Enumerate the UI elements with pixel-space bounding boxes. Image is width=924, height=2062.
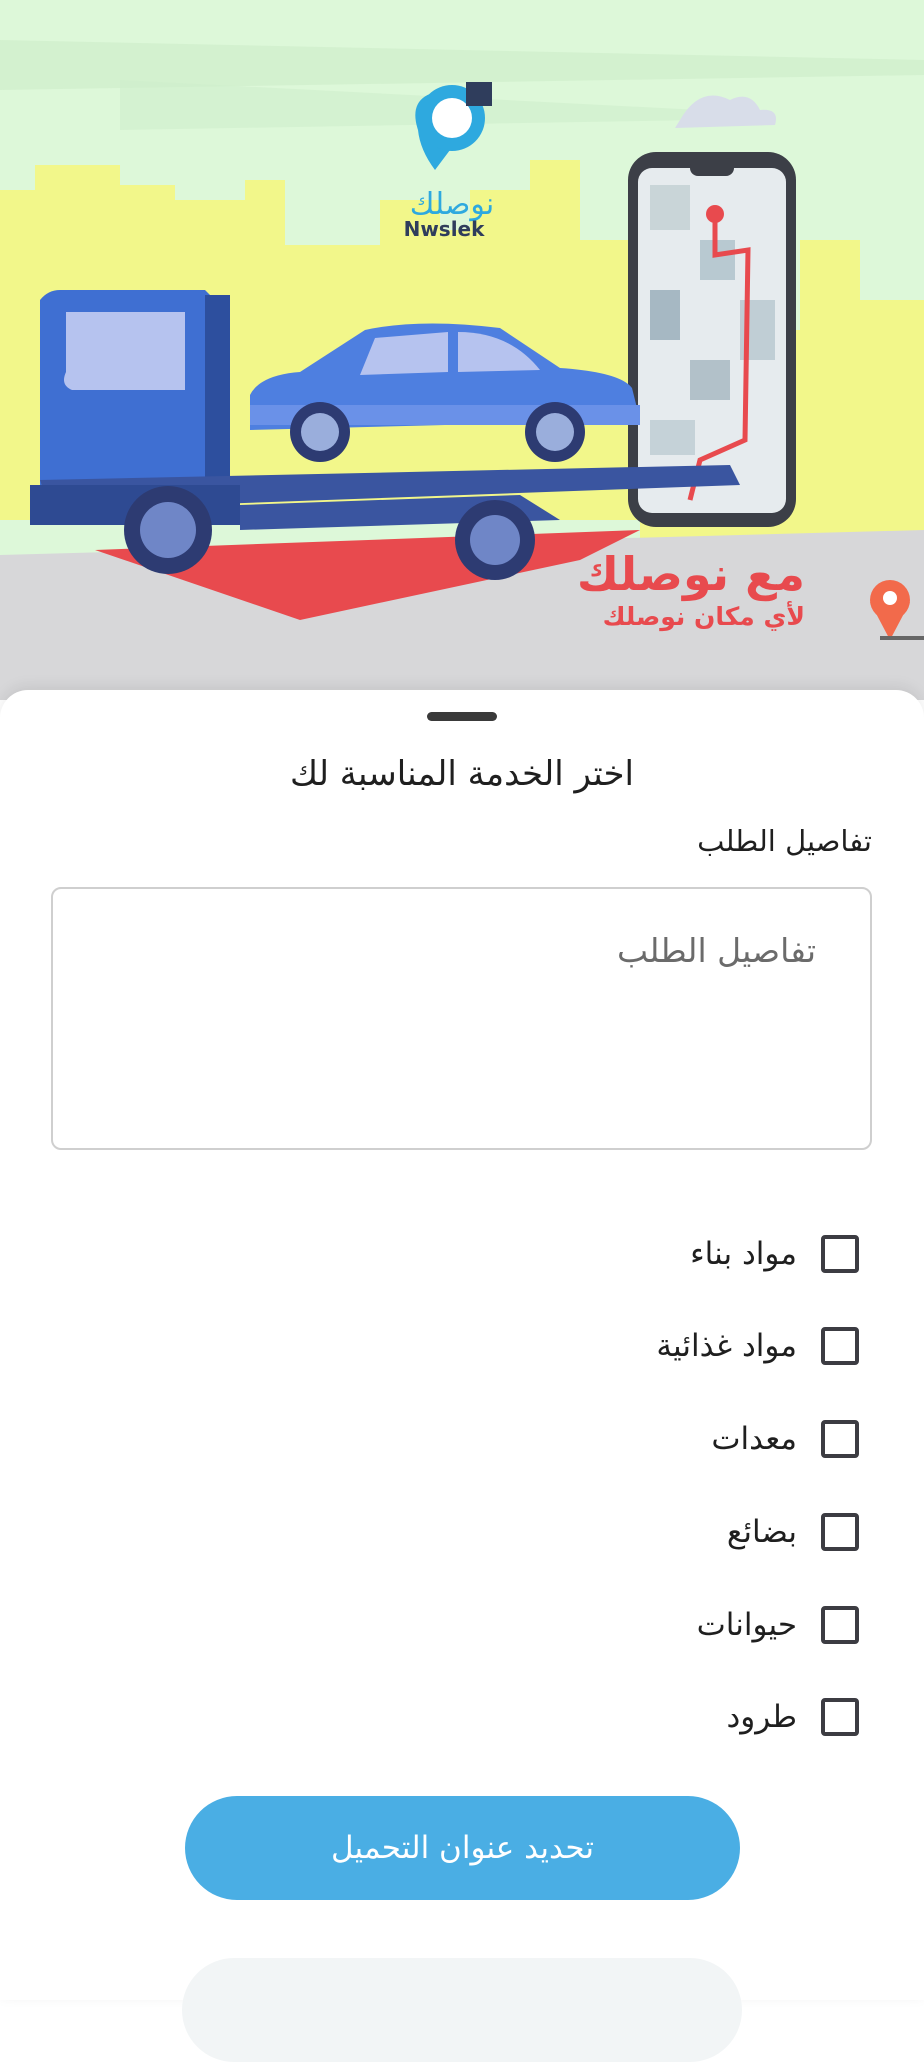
sheet-title: اختر الخدمة المناسبة لك	[289, 754, 635, 794]
checkbox[interactable]	[821, 1513, 859, 1551]
set-pickup-address-button[interactable]: تحديد عنوان التحميل	[185, 1796, 740, 1900]
service-bottom-sheet: اختر الخدمة المناسبة لك تفاصيل الطلب موا…	[0, 690, 924, 2062]
checkbox[interactable]	[821, 1698, 859, 1736]
hero-illustration: نوصلك Nwslek مع نوصلك لأي مكان نوصلك	[0, 0, 924, 700]
service-option-building-materials[interactable]: مواد بناء	[690, 1230, 859, 1278]
service-option-label: طرود	[726, 1699, 797, 1735]
details-input[interactable]	[53, 889, 870, 1148]
details-label: تفاصيل الطلب	[697, 824, 872, 858]
hero-banner: نوصلك Nwslek مع نوصلك لأي مكان نوصلك	[0, 0, 924, 700]
service-option-label: مواد غذائية	[656, 1328, 797, 1364]
checkbox[interactable]	[821, 1235, 859, 1273]
details-field[interactable]	[51, 887, 872, 1150]
brand-latin: Nwslek	[404, 217, 486, 241]
service-option-animals[interactable]: حيوانات	[697, 1601, 859, 1649]
service-option-label: حيوانات	[696, 1607, 797, 1643]
service-option-label: بضائع	[726, 1514, 797, 1550]
service-option-label: معدات	[711, 1421, 797, 1457]
secondary-button[interactable]	[182, 1958, 742, 2062]
checkbox[interactable]	[821, 1420, 859, 1458]
service-option-equipment[interactable]: معدات	[711, 1415, 859, 1463]
service-option-label: مواد بناء	[690, 1236, 797, 1272]
checkbox[interactable]	[821, 1327, 859, 1365]
service-option-goods[interactable]: بضائع	[727, 1508, 859, 1556]
checkbox[interactable]	[821, 1606, 859, 1644]
drag-handle[interactable]	[427, 712, 497, 721]
service-option-food[interactable]: مواد غذائية	[656, 1322, 859, 1370]
hero-slogan-main: مع نوصلك	[577, 547, 805, 601]
hero-slogan-sub: لأي مكان نوصلك	[603, 601, 805, 632]
service-option-parcels[interactable]: طرود	[726, 1693, 859, 1741]
